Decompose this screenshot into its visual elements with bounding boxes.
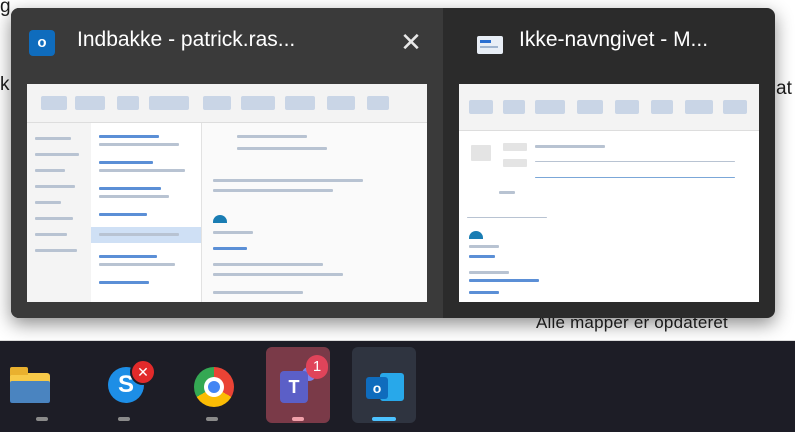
taskbar-thumbnail-flyout: o Indbakke - patrick.ras... ✕ Ikke-navng… [11,8,775,318]
chrome-icon [194,367,234,407]
window-preview-inbox[interactable] [27,84,427,302]
teams-notification-badge: 1 [306,355,328,379]
active-indicator [372,417,396,421]
background-text-k: k [0,74,10,95]
outlook-icon: o [29,30,55,56]
thumbnail-new-message-window[interactable]: Ikke-navngivet - M... [443,8,775,318]
taskbar-skype[interactable]: S ✕ [92,347,156,423]
close-window-button[interactable]: ✕ [393,24,429,60]
taskbar-file-explorer[interactable] [2,347,66,423]
running-indicator [292,417,304,421]
thumbnail-inbox-window[interactable]: o Indbakke - patrick.ras... ✕ [11,8,443,318]
teams-icon: T [280,371,308,403]
background-text-at: at [776,78,792,99]
thumbnail-header: o Indbakke - patrick.ras... ✕ [11,8,443,80]
preview-folder-pane [27,123,92,302]
outlook-icon: o [366,369,404,405]
taskbar-chrome[interactable] [180,347,244,423]
running-indicator [118,417,130,421]
taskbar-teams[interactable]: T 1 [266,347,330,423]
preview-message-list [91,123,202,302]
mail-message-icon [477,36,503,54]
thumbnail-title: Ikke-navngivet - M... [519,28,709,51]
thumbnail-title: Indbakke - patrick.ras... [77,28,296,51]
preview-ribbon [27,84,427,123]
taskbar: S ✕ T 1 o [0,341,795,432]
folder-icon [10,367,50,403]
thumbnail-header: Ikke-navngivet - M... [443,8,775,80]
preview-compose-area [459,131,759,302]
running-indicator [36,417,48,421]
running-indicator [206,417,218,421]
preview-reading-pane [203,123,427,302]
taskbar-outlook[interactable]: o [352,347,416,423]
preview-ribbon [459,84,759,131]
background-text-g: g [0,0,11,17]
skype-error-badge: ✕ [130,359,156,385]
window-preview-new-message[interactable] [459,84,759,302]
